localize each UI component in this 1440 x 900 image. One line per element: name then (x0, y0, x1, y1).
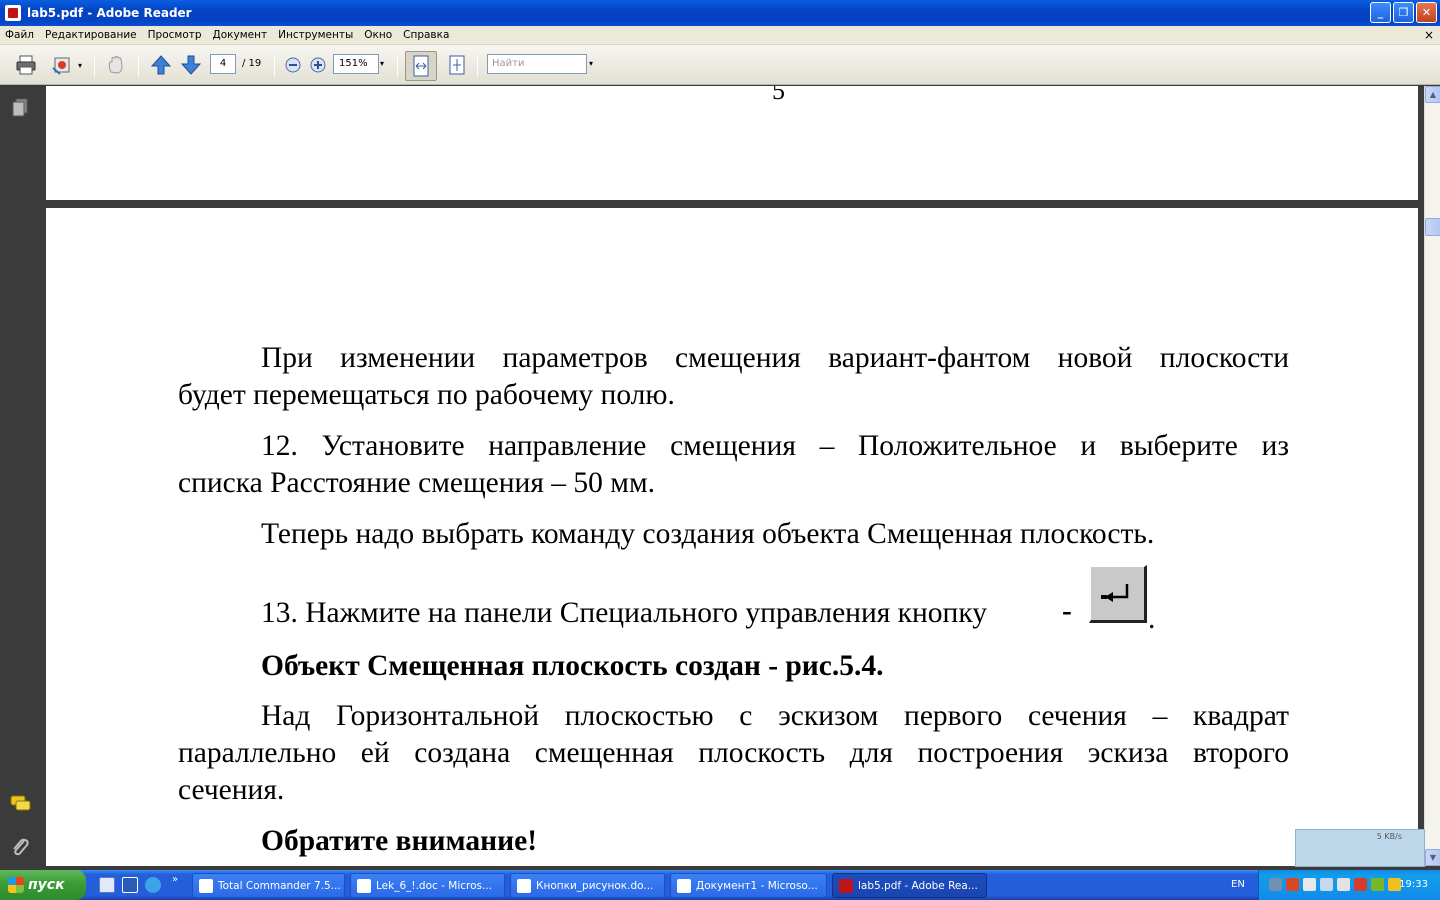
task-word-lek[interactable]: Lek_6_!.doc - Micros... (350, 873, 505, 898)
word-icon[interactable] (122, 877, 138, 893)
paragraph-dash: - (1062, 595, 1072, 627)
page-number: 5 (772, 86, 785, 105)
network-icon[interactable] (1269, 878, 1282, 891)
menu-file[interactable]: Файл (0, 29, 40, 41)
document-view[interactable]: 5 При изменении параметров смещения вари… (39, 86, 1424, 866)
minimize-button[interactable]: _ (1370, 2, 1391, 23)
email-icon[interactable] (49, 52, 75, 78)
paragraph-text: Теперь надо выбрать команду создания объ… (261, 518, 1155, 550)
task-label: Lek_6_!.doc - Micros... (376, 879, 493, 892)
paragraph-text: Над Горизонтальной плоскостью с эскизом … (261, 700, 1289, 732)
vertical-scrollbar[interactable]: ▲ ▼ (1424, 86, 1440, 866)
task-label: Total Commander 7.5... (218, 879, 341, 892)
window-title: lab5.pdf - Adobe Reader (27, 6, 192, 20)
taskbar: пуск » Total Commander 7.5... Lek_6_!.do… (0, 870, 1440, 900)
network-speed-widget: 5 KB/s (1295, 829, 1425, 867)
page-number-input[interactable]: 4 (210, 54, 236, 74)
next-page-icon[interactable] (178, 52, 204, 78)
start-button[interactable]: пуск (0, 870, 86, 900)
start-label: пуск (28, 877, 65, 893)
volume-icon[interactable] (1303, 878, 1316, 891)
task-adobe-reader[interactable]: lab5.pdf - Adobe Rea... (832, 873, 987, 898)
paragraph-text: списка Расстояние смещения – 50 мм. (178, 467, 655, 499)
toolbar: ▾ 4 / 19 151% ▾ Найти ▾ (0, 45, 1440, 85)
pdf-icon (839, 878, 853, 893)
language-indicator[interactable]: EN (1231, 879, 1245, 890)
document-page: При изменении параметров смещения вариан… (46, 208, 1418, 866)
network-speed: 5 KB/s (1376, 832, 1402, 841)
menu-document[interactable]: Документ (208, 29, 274, 41)
menu-window[interactable]: Окно (359, 29, 398, 41)
fit-page-icon[interactable] (444, 52, 470, 78)
paragraph-text: При изменении параметров смещения вариан… (261, 342, 1289, 374)
navigation-pane (0, 86, 39, 866)
task-label: lab5.pdf - Adobe Rea... (858, 879, 978, 892)
previous-page-icon[interactable] (148, 52, 174, 78)
paragraph-bold: Обратите внимание! (261, 825, 538, 857)
paragraph-text: сечения. (178, 774, 285, 806)
update-icon[interactable] (1354, 878, 1367, 891)
window-controls: _ ❐ ✕ (1370, 2, 1437, 23)
paragraph-bold: Объект Смещенная плоскость создан - рис.… (261, 650, 884, 682)
paragraph-text: будет перемещаться по рабочему полю. (178, 379, 675, 411)
toolbar-separator (138, 55, 139, 77)
page-total: / 19 (242, 58, 262, 69)
menu-help[interactable]: Справка (398, 29, 455, 41)
scroll-down-button[interactable]: ▼ (1425, 849, 1440, 866)
pages-panel-icon[interactable] (10, 98, 30, 118)
word-doc-icon (677, 878, 691, 893)
paragraph-text: параллельно ей создана смещенная плоскос… (178, 737, 1289, 769)
fit-width-button[interactable] (405, 51, 437, 81)
enter-button-image (1089, 565, 1147, 623)
toolbar-separator (274, 55, 275, 77)
clock: 19:33 (1399, 879, 1428, 890)
antivirus-icon[interactable] (1286, 878, 1299, 891)
scroll-up-button[interactable]: ▲ (1425, 86, 1440, 103)
menu-tools[interactable]: Инструменты (273, 29, 359, 41)
comments-panel-icon[interactable] (10, 794, 31, 814)
paragraph-text: 12. Установите направление смещения – По… (261, 430, 1289, 462)
windows-logo-icon (8, 877, 24, 893)
attachments-panel-icon[interactable] (10, 836, 30, 856)
nvidia-icon[interactable] (1371, 878, 1384, 891)
internet-explorer-icon[interactable] (145, 877, 161, 893)
zoom-out-icon[interactable] (280, 52, 306, 78)
display-icon[interactable] (1320, 878, 1333, 891)
menu-bar: Файл Редактирование Просмотр Документ Ин… (0, 26, 1440, 45)
close-button[interactable]: ✕ (1416, 2, 1437, 23)
toolbar-separator (94, 55, 95, 77)
show-desktop-icon[interactable] (99, 877, 115, 893)
total-commander-icon (199, 878, 213, 893)
title-bar: lab5.pdf - Adobe Reader _ ❐ ✕ (0, 0, 1440, 26)
previous-page: 5 (46, 86, 1418, 200)
paragraph-period: . (1148, 603, 1156, 635)
email-dropdown-arrow[interactable]: ▾ (78, 61, 82, 70)
document-close-icon[interactable]: × (1424, 28, 1434, 42)
find-dropdown-arrow[interactable]: ▾ (589, 59, 593, 68)
zoom-in-icon[interactable] (305, 52, 331, 78)
word-doc-icon (357, 878, 371, 893)
menu-edit[interactable]: Редактирование (40, 29, 143, 41)
quick-launch-more[interactable]: » (172, 874, 178, 885)
zoom-dropdown-arrow[interactable]: ▾ (380, 59, 384, 68)
system-tray: 19:33 (1258, 870, 1440, 900)
scroll-thumb[interactable] (1425, 218, 1440, 236)
menu-view[interactable]: Просмотр (143, 29, 208, 41)
adobe-reader-icon (5, 5, 21, 21)
zoom-level-input[interactable]: 151% (333, 54, 379, 74)
paragraph-text: 13. Нажмите на панели Специального управ… (261, 597, 988, 629)
task-total-commander[interactable]: Total Commander 7.5... (192, 873, 345, 898)
task-label: Документ1 - Microso... (696, 879, 818, 892)
task-label: Кнопки_рисунок.do... (536, 879, 654, 892)
maximize-button[interactable]: ❐ (1393, 2, 1414, 23)
task-word-document1[interactable]: Документ1 - Microso... (670, 873, 827, 898)
hand-tool-icon[interactable] (103, 52, 129, 78)
word-doc-icon (517, 878, 531, 893)
task-word-knopki[interactable]: Кнопки_рисунок.do... (510, 873, 665, 898)
print-icon[interactable] (13, 52, 39, 78)
speaker-icon[interactable] (1337, 878, 1350, 891)
toolbar-separator (477, 55, 478, 77)
toolbar-separator (397, 55, 398, 77)
find-input[interactable]: Найти (487, 54, 587, 74)
